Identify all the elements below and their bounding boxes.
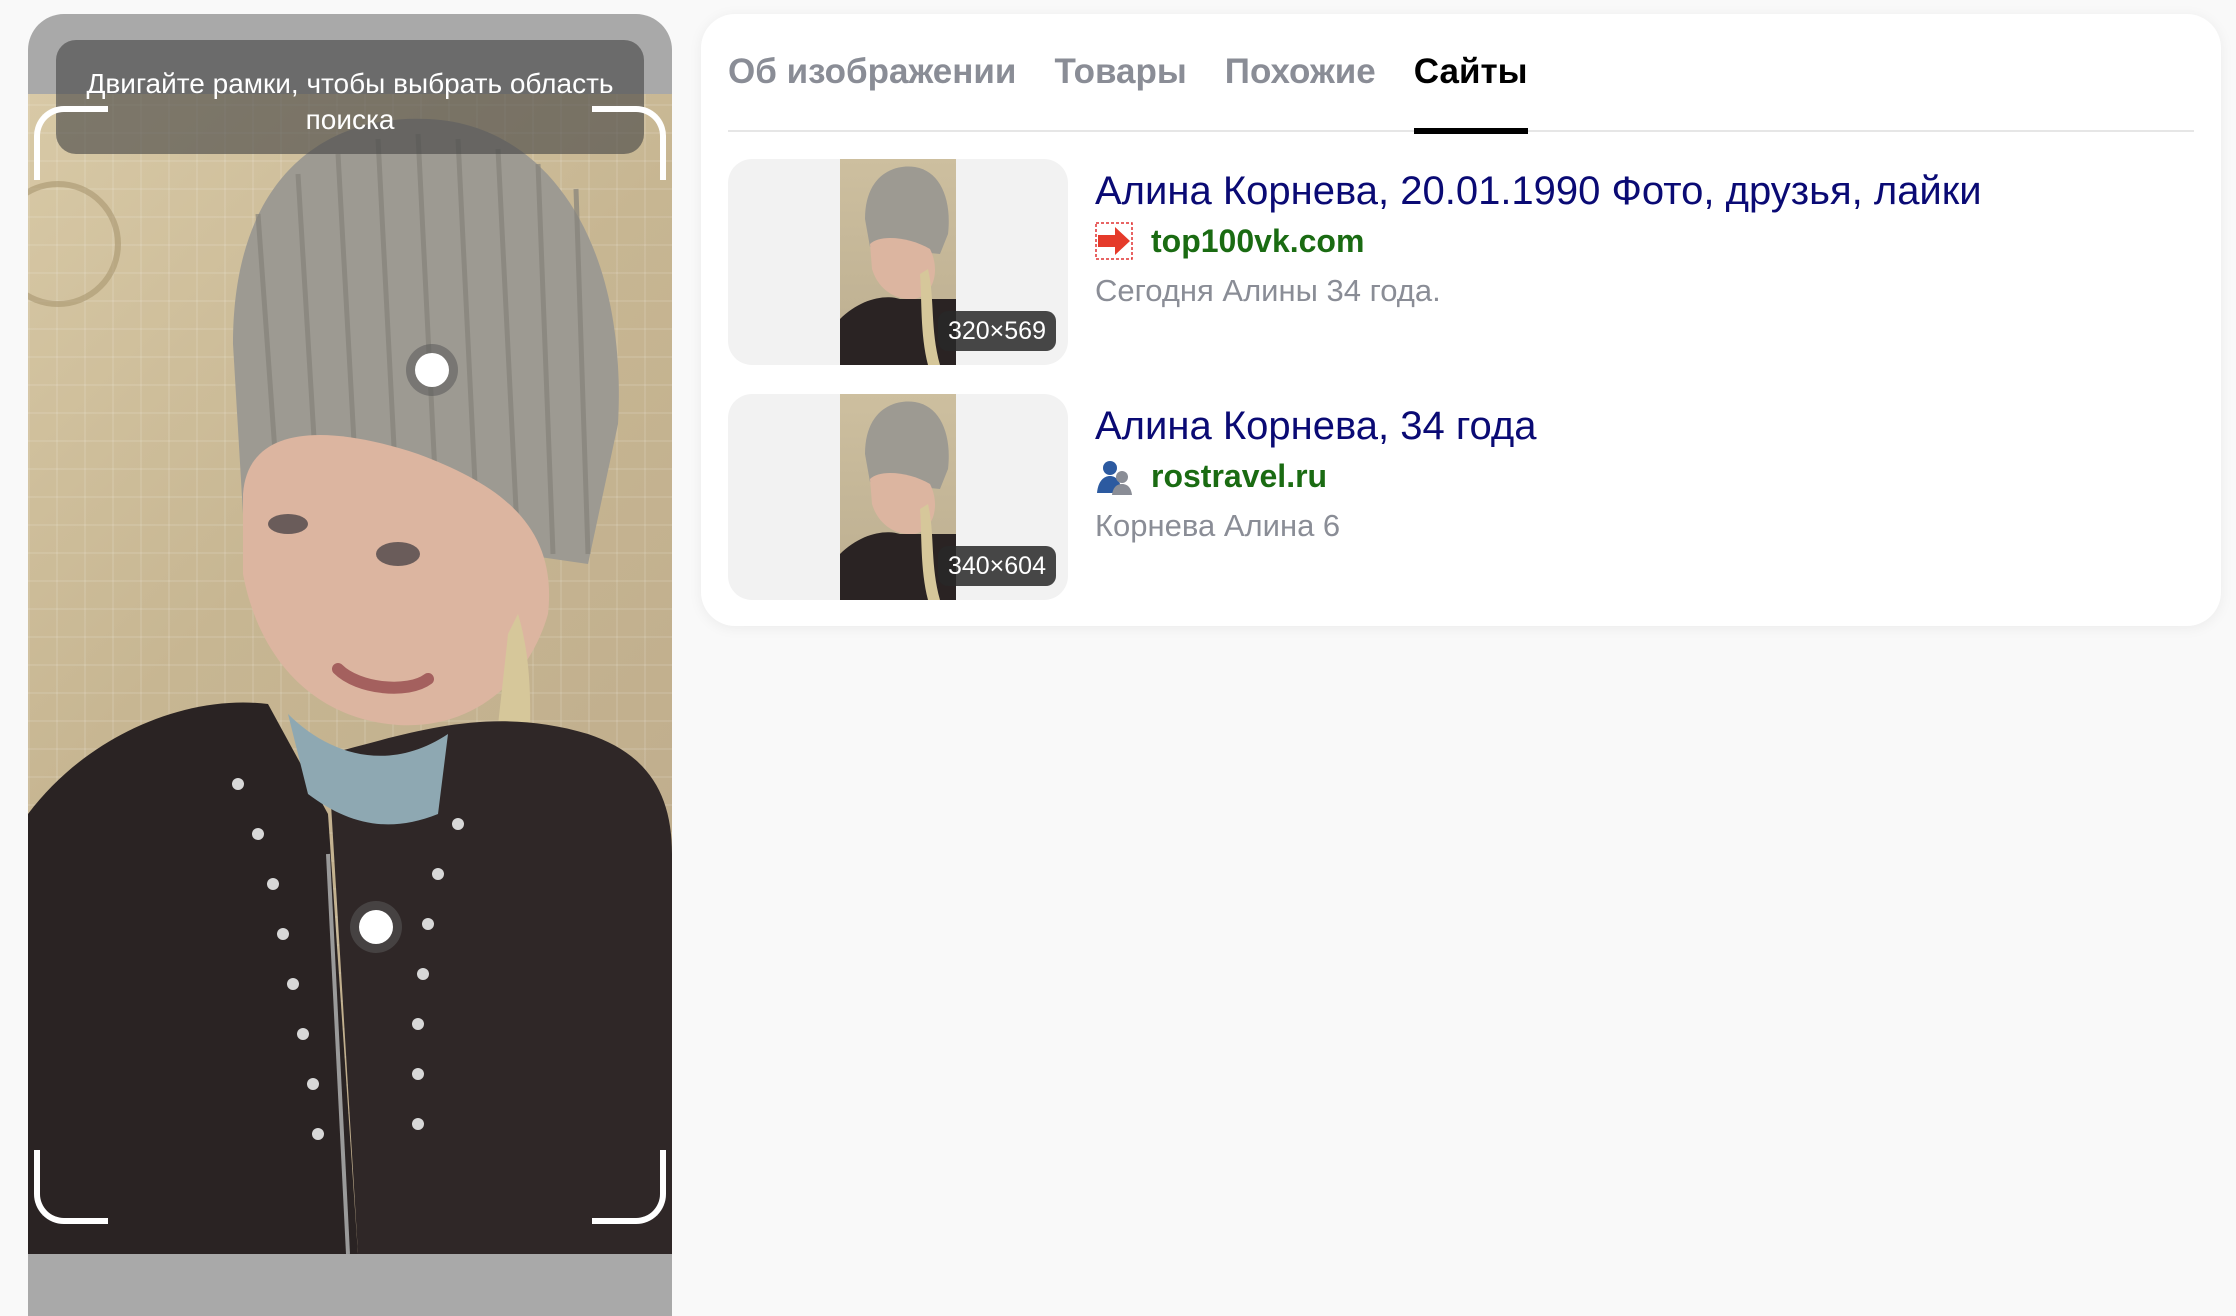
result-site-link[interactable]: rostravel.ru <box>1151 458 1327 495</box>
tab-about-image[interactable]: Об изображении <box>728 14 1016 132</box>
result-site: top100vk.com <box>1095 221 1364 261</box>
object-hotspot-jacket[interactable] <box>350 901 402 953</box>
result-description: Корнева Алина 6 <box>1095 508 1341 543</box>
selfie-illustration <box>28 118 672 1254</box>
image-crop-viewer[interactable]: Двигайте рамки, чтобы выбрать область по… <box>28 14 672 1316</box>
result-thumbnail[interactable]: 340×604 <box>728 394 1068 600</box>
result-site: rostravel.ru <box>1095 456 1327 496</box>
site-result: 320×569 Алина Корнева, 20.01.1990 Фото, … <box>728 159 2208 365</box>
image-size-badge: 340×604 <box>937 546 1056 586</box>
crop-corner-top-right[interactable] <box>592 106 666 180</box>
result-thumbnail[interactable]: 320×569 <box>728 159 1068 365</box>
result-title-link[interactable]: Алина Корнева, 34 года <box>1095 404 1536 449</box>
result-site-link[interactable]: top100vk.com <box>1151 223 1364 260</box>
object-hotspot-hat[interactable] <box>406 344 458 396</box>
result-title-link[interactable]: Алина Корнева, 20.01.1990 Фото, друзья, … <box>1095 169 1982 214</box>
crop-corner-bottom-left[interactable] <box>34 1150 108 1224</box>
image-size-badge: 320×569 <box>937 311 1056 351</box>
site-result: 340×604 Алина Корнева, 34 года rostravel… <box>728 394 2208 600</box>
tab-products[interactable]: Товары <box>1054 14 1186 132</box>
result-description: Сегодня Алины 34 года. <box>1095 273 1441 308</box>
query-photo <box>28 94 672 1254</box>
crop-corner-bottom-right[interactable] <box>592 1150 666 1224</box>
results-tabs: Об изображении Товары Похожие Сайты <box>728 14 2194 134</box>
people-icon <box>1095 457 1133 495</box>
tab-sites[interactable]: Сайты <box>1413 14 1528 134</box>
crop-corner-top-left[interactable] <box>34 106 108 180</box>
tab-similar[interactable]: Похожие <box>1225 14 1376 132</box>
crop-hint: Двигайте рамки, чтобы выбрать область по… <box>56 40 644 154</box>
red-arrow-icon <box>1095 222 1133 260</box>
results-panel: Об изображении Товары Похожие Сайты 320×… <box>701 14 2221 626</box>
